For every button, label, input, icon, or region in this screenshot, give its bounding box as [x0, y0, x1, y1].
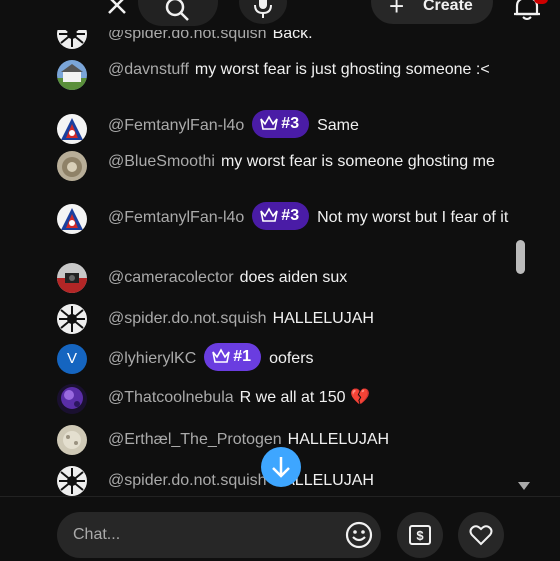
emoji-icon[interactable]	[344, 520, 374, 555]
message-text: oofers	[269, 350, 314, 368]
badge-rank: #3	[281, 115, 300, 132]
close-icon[interactable]	[104, 0, 130, 18]
message-author[interactable]: @BlueSmoothi	[108, 153, 215, 170]
message-text: Not my worst but I fear of it	[317, 209, 509, 226]
message-text: does aiden sux	[239, 269, 348, 286]
svg-text:$: $	[416, 528, 424, 543]
avatar	[57, 425, 87, 455]
message-text: Back.	[272, 30, 313, 42]
message-text: HALLELUJAH	[272, 310, 374, 327]
top-bar: + Create	[0, 0, 560, 30]
message-author[interactable]: @Thatcoolnebula	[108, 389, 234, 406]
avatar	[57, 384, 87, 414]
avatar	[57, 151, 87, 181]
notifications-button[interactable]	[512, 0, 548, 25]
chat-scrollbar[interactable]	[516, 240, 526, 280]
heart-icon	[469, 525, 493, 546]
message-text: HALLELUJAH	[287, 431, 390, 448]
search-button[interactable]	[138, 0, 218, 26]
message-author[interactable]: @spider.do.not.squish	[108, 310, 267, 327]
create-button[interactable]: + Create	[371, 0, 493, 24]
message-author[interactable]: @davnstuff	[108, 61, 189, 78]
avatar	[57, 60, 87, 90]
search-icon	[165, 0, 189, 21]
message-author[interactable]: @lyhierylKC	[108, 350, 196, 367]
message-text: R we all at 150 💔	[239, 389, 370, 406]
arrow-down-icon	[272, 457, 290, 478]
avatar: V	[57, 344, 87, 374]
money-icon: $	[409, 525, 431, 545]
chat-input-bar: Chat... $	[0, 496, 560, 561]
chat-message-list[interactable]: @spider.do.not.squish Back. @davnstuff my …	[40, 30, 535, 496]
avatar	[57, 263, 87, 293]
avatar	[57, 114, 87, 144]
super-chat-button[interactable]: $	[397, 512, 443, 558]
message-author[interactable]: @FemtanylFan-l4o	[108, 209, 244, 226]
message-author[interactable]: @cameracolector	[108, 269, 234, 286]
message-author[interactable]: @FemtanylFan-l4o	[108, 117, 244, 134]
voice-search-button[interactable]	[239, 0, 287, 24]
scroll-down-arrow-icon[interactable]	[518, 482, 530, 490]
message-author[interactable]: @spider.do.not.squish	[108, 30, 267, 42]
badge-rank: #3	[281, 206, 300, 224]
member-rank-badge: #3	[252, 201, 310, 230]
create-label: Create	[423, 0, 473, 14]
member-rank-badge: #1	[204, 343, 262, 371]
avatar	[57, 466, 87, 496]
member-rank-badge: #3	[252, 110, 310, 138]
jump-to-latest-button[interactable]	[261, 447, 301, 487]
scrollbar-thumb[interactable]	[516, 240, 525, 274]
avatar	[57, 304, 87, 334]
message-author[interactable]: @Erthæl_The_Protogen	[108, 431, 282, 448]
message-text: my worst fear is someone ghosting me	[220, 153, 495, 170]
avatar	[57, 30, 87, 49]
crown-icon	[212, 348, 231, 363]
chat-input-placeholder: Chat...	[73, 526, 121, 543]
message-text: Same	[317, 117, 359, 135]
message-author[interactable]: @spider.do.not.squish	[108, 472, 267, 489]
badge-rank: #1	[233, 348, 252, 365]
notification-badge	[534, 0, 548, 4]
avatar	[57, 204, 87, 234]
chat-input[interactable]: Chat...	[57, 512, 381, 558]
crown-icon	[260, 115, 279, 130]
like-button[interactable]	[458, 512, 504, 558]
message-text: my worst fear is just ghosting someone :…	[194, 61, 490, 78]
crown-icon	[260, 207, 279, 222]
plus-icon: +	[389, 0, 405, 21]
mic-icon	[254, 0, 272, 18]
